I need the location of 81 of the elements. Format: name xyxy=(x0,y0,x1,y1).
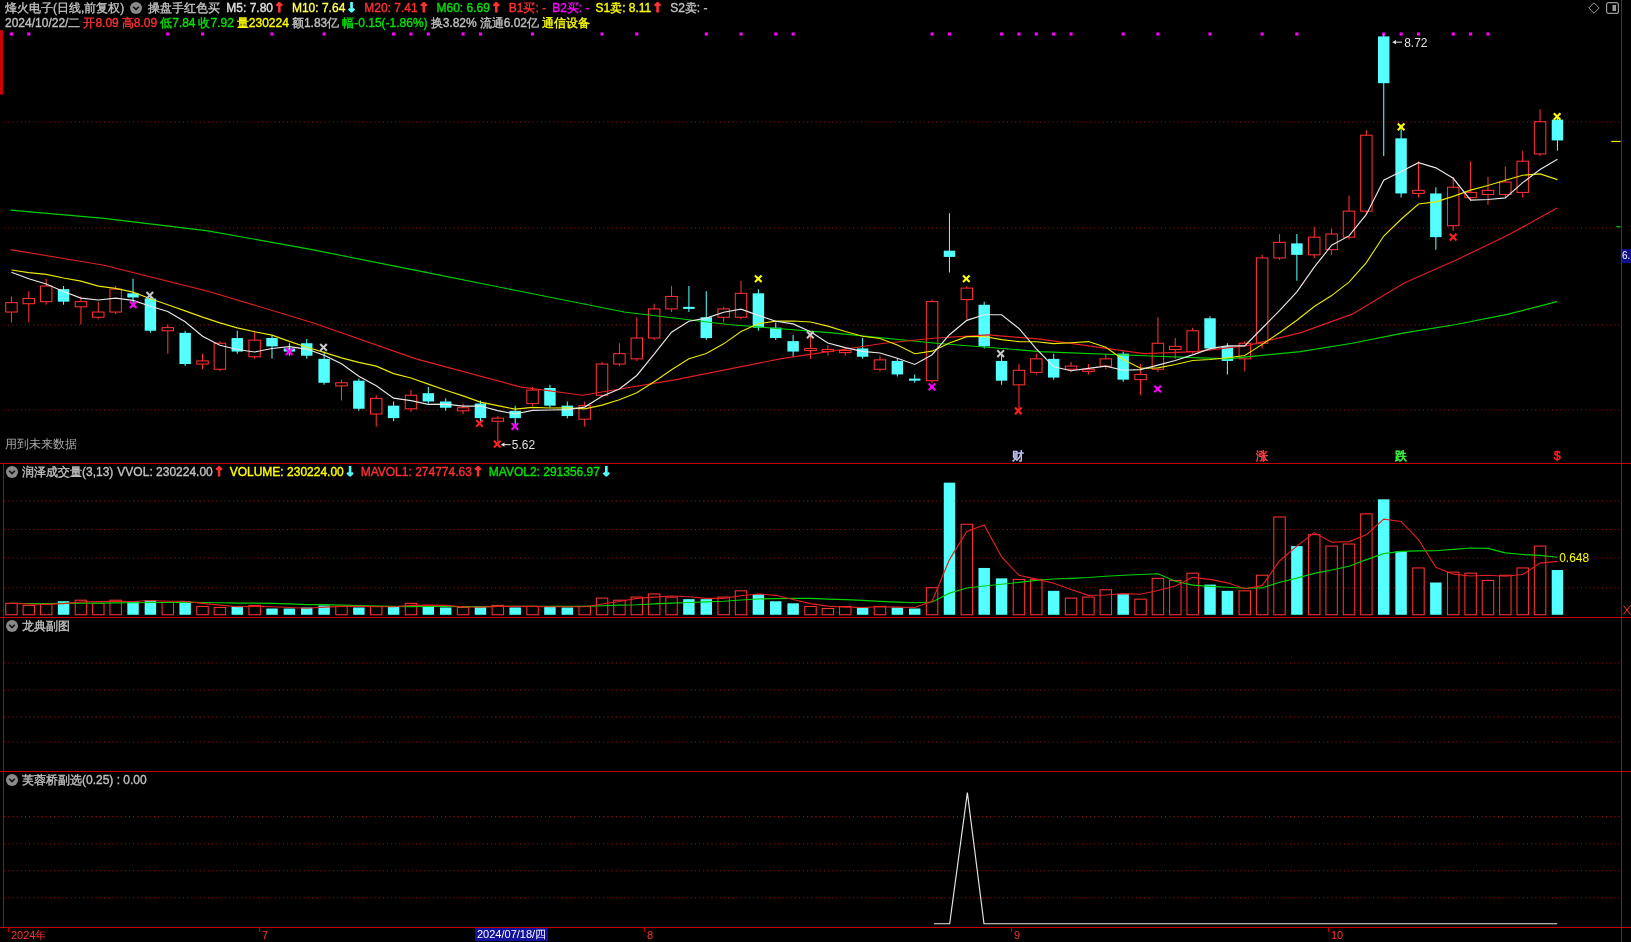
event-label: 涨 xyxy=(1255,449,1268,463)
indicator-reading: VOLUME: 230224.00 xyxy=(229,465,344,479)
price-level-tick xyxy=(1615,226,1621,228)
event-label: 财 xyxy=(1012,449,1025,463)
diamond-icon[interactable] xyxy=(1588,1,1600,14)
cross-icon xyxy=(493,440,502,449)
price-tag: 6. xyxy=(1622,249,1631,263)
chevron-down-icon[interactable] xyxy=(130,1,143,14)
quote-field: 通信设备 xyxy=(542,15,590,30)
trend-arrow: ↓ xyxy=(600,465,613,479)
pane-title: 龙典副图 xyxy=(22,619,70,633)
cross-icon xyxy=(285,347,294,356)
price-label: 8.72 xyxy=(1404,35,1428,50)
indicator-reading: S2卖: - xyxy=(670,0,708,15)
cross-icon xyxy=(962,274,971,283)
cross-icon xyxy=(754,274,763,283)
pane-title: 芙蓉桥副选(0.25) : 0.00 xyxy=(22,773,147,787)
value-label: 0.648 xyxy=(1559,551,1590,566)
indicator-reading: S1卖: 8.11 xyxy=(595,0,652,15)
event-label: 跌 xyxy=(1395,449,1408,463)
chevron-down-icon[interactable] xyxy=(6,774,18,786)
indicator-reading: M60: 6.69 xyxy=(436,0,490,15)
cross-icon xyxy=(1014,406,1023,415)
trend-arrow: ↑ xyxy=(490,0,503,15)
cross-icon xyxy=(1153,384,1162,394)
indicator-reading: MAVOL1: 274774.63 xyxy=(360,465,472,479)
indicator-reading: M10: 7.64 xyxy=(291,0,346,15)
trend-arrow: ↑ xyxy=(273,0,286,15)
quote-field: 换3.82% xyxy=(430,15,477,30)
quote-field: 低7.84 xyxy=(160,15,196,30)
axis-label: 10 xyxy=(1331,929,1344,941)
pane-selection-bar xyxy=(0,30,3,95)
quote-field: 2024/10/22/二 xyxy=(5,15,81,30)
formula-name[interactable]: 操盘手红色买 xyxy=(148,0,221,15)
chevron-down-icon[interactable] xyxy=(6,620,18,632)
indicator-reading: B1买: - xyxy=(508,0,547,15)
indicator-reading: VVOL: 230224.00 xyxy=(117,465,213,479)
quote-field: 流通6.02亿 xyxy=(479,15,539,30)
price-label: 5.62 xyxy=(511,437,536,452)
price-level-tick xyxy=(1610,140,1621,143)
trend-arrow: ↑ xyxy=(651,0,665,15)
cursor-date-label: 2024/07/18/四 xyxy=(475,928,549,941)
leader-arrow xyxy=(500,442,512,447)
trend-arrow: ↓ xyxy=(344,465,357,479)
chevron-down-icon[interactable] xyxy=(6,466,18,478)
cross-icon xyxy=(510,422,519,431)
quote-field: 高8.09 xyxy=(121,15,158,30)
indicator-reading: B2买: - xyxy=(552,0,590,15)
cross-icon xyxy=(927,382,937,391)
axis-label: 9 xyxy=(1014,929,1021,941)
future-data-note: 用到未来数据 xyxy=(5,436,78,451)
event-label: $ xyxy=(1553,449,1561,463)
trend-arrow: ↓ xyxy=(345,0,359,15)
cross-icon xyxy=(1449,233,1458,242)
cross-icon xyxy=(129,300,138,309)
pane-title: 润泽成交量(3,13) xyxy=(22,465,114,479)
cross-icon xyxy=(996,349,1005,358)
indicator-reading: M20: 7.41 xyxy=(364,0,418,15)
cross-icon xyxy=(1553,112,1562,121)
quote-field: 开8.09 xyxy=(83,15,119,30)
quote-field: 收7.92 xyxy=(198,15,234,30)
cross-icon xyxy=(806,330,815,339)
trend-arrow: ↑ xyxy=(472,465,485,479)
trend-arrow: ↑ xyxy=(417,0,431,15)
close-icon[interactable] xyxy=(1623,605,1631,615)
indicator-reading: M5: 7.80 xyxy=(226,0,274,15)
panel-toggle-icon[interactable] xyxy=(1606,1,1619,14)
quote-field: 量230224 xyxy=(236,15,289,30)
trend-arrow: ↑ xyxy=(213,465,226,479)
cross-icon xyxy=(475,419,484,428)
cross-icon xyxy=(1397,122,1406,131)
leader-arrow xyxy=(1392,40,1403,45)
cross-icon xyxy=(319,343,328,352)
quote-field: 额1.83亿 xyxy=(291,15,340,30)
stock-title: 烽火电子(日线,前复权) xyxy=(5,0,125,15)
axis-label: 8 xyxy=(647,929,654,941)
axis-label: 2024年 xyxy=(11,929,47,941)
indicator-reading: MAVOL2: 291356.97 xyxy=(488,465,600,479)
quote-field: 幅-0.15(-1.86%) xyxy=(342,15,428,30)
axis-label: 7 xyxy=(262,929,269,941)
cross-icon xyxy=(145,291,154,300)
